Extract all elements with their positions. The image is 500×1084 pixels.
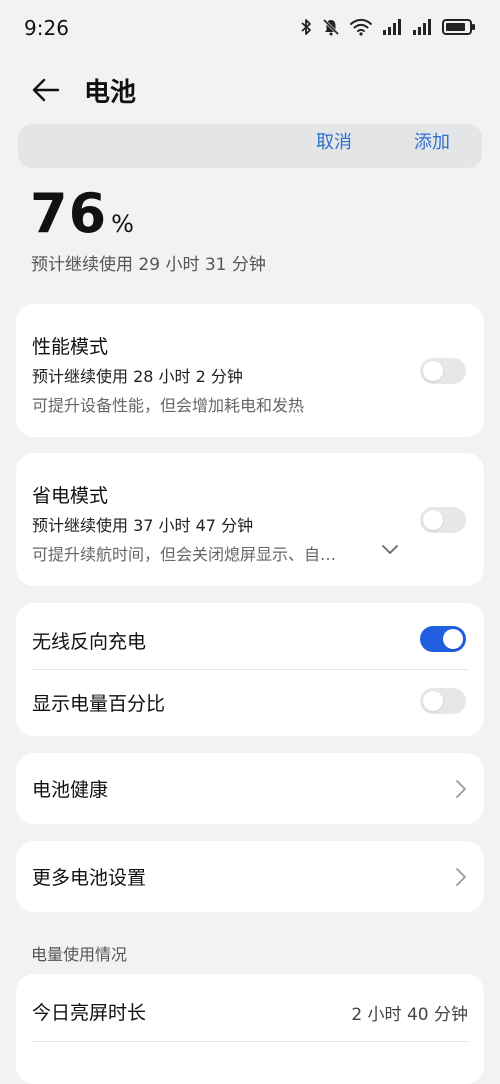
bluetooth-icon [301, 19, 311, 35]
divider [32, 1041, 468, 1042]
toggle-knob [423, 691, 443, 711]
status-time: 9:26 [24, 16, 69, 40]
power-saving-mode-estimate: 预计继续使用 37 小时 47 分钟 [32, 516, 254, 535]
page-title: 电池 [84, 78, 137, 108]
usage-section-label: 电量使用情况 [31, 945, 128, 964]
power-saving-mode-card: 省电模式 预计继续使用 37 小时 47 分钟 可提升续航时间，但会关闭熄屏显示… [16, 453, 484, 586]
battery-health-label: 电池健康 [32, 779, 109, 801]
battery-percentage-unit: % [111, 210, 134, 238]
toggle-knob [443, 629, 463, 649]
performance-mode-card: 性能模式 预计继续使用 28 小时 2 分钟 可提升设备性能，但会增加耗电和发热 [16, 304, 484, 437]
status-icons [300, 18, 476, 36]
bell-muted-icon [322, 18, 340, 36]
power-saving-mode-toggle[interactable] [420, 507, 466, 533]
more-battery-settings-row[interactable]: 更多电池设置 [16, 841, 484, 912]
performance-mode-title: 性能模式 [32, 336, 109, 358]
toggle-knob [423, 510, 443, 530]
charging-options-card: 无线反向充电 显示电量百分比 [16, 603, 484, 736]
battery-percentage: 76 % [30, 182, 134, 245]
wireless-reverse-charging-toggle[interactable] [420, 626, 466, 652]
more-battery-settings-label: 更多电池设置 [32, 867, 147, 889]
edit-bar: 取消 添加 [18, 124, 482, 168]
power-saving-mode-title: 省电模式 [32, 485, 109, 507]
screen-on-today-value: 2 小时 40 分钟 [351, 1005, 468, 1025]
battery-health-row[interactable]: 电池健康 [16, 753, 484, 824]
chevron-down-icon[interactable] [380, 542, 400, 556]
signal-icon-2 [413, 19, 431, 35]
header: 电池 [0, 62, 500, 118]
show-battery-percentage-toggle[interactable] [420, 688, 466, 714]
back-arrow-icon[interactable] [30, 74, 62, 106]
cancel-button[interactable]: 取消 [316, 128, 352, 154]
divider [32, 669, 468, 670]
performance-mode-estimate: 预计继续使用 28 小时 2 分钟 [32, 367, 243, 386]
add-button[interactable]: 添加 [414, 128, 450, 154]
screen-on-today-label: 今日亮屏时长 [32, 1002, 147, 1024]
show-battery-percentage-label: 显示电量百分比 [32, 693, 166, 715]
usage-card: 今日亮屏时长 2 小时 40 分钟 [16, 974, 484, 1084]
signal-icon-1 [383, 19, 401, 35]
status-bar: 9:26 [0, 0, 500, 56]
chevron-right-icon [456, 780, 466, 798]
battery-icon [442, 19, 475, 35]
power-saving-mode-description: 可提升续航时间，但会关闭熄屏显示、自… [32, 545, 337, 564]
performance-mode-toggle[interactable] [420, 358, 466, 384]
battery-percentage-value: 76 [30, 182, 108, 245]
performance-mode-description: 可提升设备性能，但会增加耗电和发热 [32, 396, 305, 415]
wireless-reverse-charging-label: 无线反向充电 [32, 631, 147, 653]
toggle-knob [423, 361, 443, 381]
wifi-icon [350, 18, 372, 36]
chevron-right-icon [456, 868, 466, 886]
battery-estimate: 预计继续使用 29 小时 31 分钟 [31, 255, 266, 275]
